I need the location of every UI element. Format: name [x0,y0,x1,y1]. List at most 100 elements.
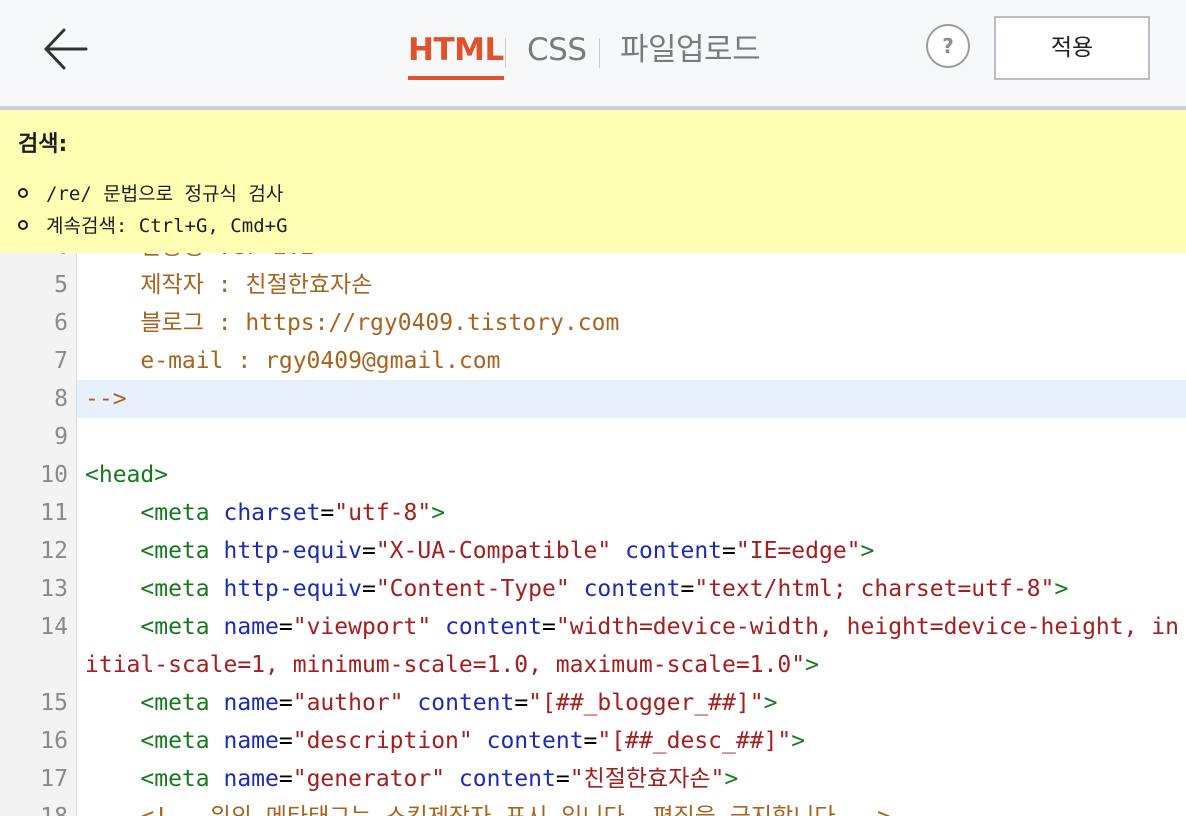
code-token: = [555,766,570,792]
code-token: 반응형 ver 2.2 [85,253,314,260]
code-line[interactable]: 13 <meta http-equiv="Content-Type" conte… [0,570,1186,608]
editor-header: HTML CSS 파일업로드 ? 적용 [0,0,1186,110]
code-token: <meta [85,766,224,792]
code-token: = [278,728,293,754]
tab-divider [599,38,600,68]
code-token: content [486,728,584,754]
code-token: <meta [85,728,224,754]
line-number: 4 [0,253,68,266]
help-button[interactable]: ? [926,24,970,68]
code-line[interactable]: 16 <meta name="description" content="[##… [0,722,1186,760]
line-number: 11 [40,500,68,526]
code-token: = [722,538,736,564]
line-number: 12 [40,538,68,564]
code-text[interactable] [77,418,1186,456]
search-help-panel: 검색: /re/ 문법으로 정규식 검사 계속검색: Ctrl+G, Cmd+G [0,110,1186,253]
code-line[interactable]: 10 <head> [0,456,1186,494]
code-line[interactable]: 11 <meta charset="utf-8"> [0,494,1186,532]
code-token: = [278,690,293,716]
search-help-item: 계속검색: Ctrl+G, Cmd+G [18,210,288,242]
code-token: = [514,690,529,716]
code-line[interactable]: 14 <meta name="viewport" content="width=… [0,608,1186,684]
code-token: "Content-Type" [375,576,570,602]
code-line[interactable]: 5 제작자 : 친절한효자손 [0,266,1186,304]
code-line[interactable]: 17 <meta name="generator" content="친절한효자… [0,760,1186,798]
code-token: > [860,538,875,564]
code-text[interactable]: 블로그 : https://rgy0409.tistory.com [77,304,1186,342]
code-text[interactable]: <meta name="description" content="[##_de… [77,722,1186,760]
code-editor[interactable]: 4 반응형 ver 2.25 제작자 : 친절한효자손6 블로그 : https… [0,253,1186,816]
code-token: <meta [85,538,224,564]
code-token: http-equiv [223,576,362,602]
code-text[interactable]: 반응형 ver 2.2 [77,253,1186,266]
code-token: 제작자 : 친절한효자손 [85,272,373,298]
line-number: 8 [54,386,68,412]
code-token: "[##_blogger_##]" [528,690,764,716]
code-text[interactable]: <!-- 위의 메타태그는 스킨제작자 표시 입니다. 편집을 금지합니다 --… [77,798,1186,816]
help-icon: ? [942,34,954,58]
code-token: = [361,538,376,564]
code-text[interactable]: <meta name="viewport" content="width=dev… [77,608,1186,684]
code-line[interactable]: 6 블로그 : https://rgy0409.tistory.com [0,304,1186,342]
code-token: "viewport" [292,614,432,640]
code-line[interactable]: 18 <!-- 위의 메타태그는 스킨제작자 표시 입니다. 편집을 금지합니다… [0,798,1186,816]
code-token: http-equiv [223,538,362,564]
code-text[interactable]: e-mail : rgy0409@gmail.com [77,342,1186,380]
code-token: > [724,766,739,792]
code-token: <meta [85,614,224,640]
code-line[interactable]: 12 <meta http-equiv="X-UA-Compatible" co… [0,532,1186,570]
code-token: <!-- 위의 메타태그는 스킨제작자 표시 입니다. 편집을 금지합니다 --… [85,804,891,816]
code-token: "X-UA-Compatible" [375,538,612,564]
code-token: "text/html; charset=utf-8" [694,576,1055,602]
apply-button[interactable]: 적용 [994,16,1150,80]
code-line[interactable]: 7 e-mail : rgy0409@gmail.com [0,342,1186,380]
code-token: = [320,500,335,526]
code-token: = [361,576,376,602]
code-token: <head> [85,462,169,488]
code-token: "친절한효자손" [569,766,725,792]
code-text[interactable]: <meta http-equiv="X-UA-Compatible" conte… [77,532,1186,570]
code-token: "[##_desc_##]" [597,728,792,754]
line-number: 6 [54,310,68,336]
code-token: > [763,690,778,716]
code-token: content [445,614,543,640]
tab-divider [505,38,506,68]
code-token: name [223,766,279,792]
code-text[interactable]: <meta name="author" content="[##_blogger… [77,684,1186,722]
line-number: 15 [40,690,68,716]
code-token: content [458,766,556,792]
code-token: = [680,576,695,602]
tab-file-upload[interactable]: 파일업로드 [620,30,761,70]
code-token: content [417,690,515,716]
code-token: --> [85,386,127,412]
tab-css[interactable]: CSS [527,30,587,70]
search-help-item: /re/ 문법으로 정규식 검사 [18,178,288,210]
code-text[interactable]: <meta http-equiv="Content-Type" content=… [77,570,1186,608]
line-number: 5 [54,272,68,298]
line-number: 14 [40,614,68,640]
code-token: name [223,690,279,716]
code-line[interactable]: 15 <meta name="author" content="[##_blog… [0,684,1186,722]
tab-html[interactable]: HTML [408,30,504,80]
code-token: "author" [292,690,404,716]
code-line[interactable]: 4 반응형 ver 2.2 [0,253,1186,266]
code-text[interactable]: <meta name="generator" content="친절한효자손"> [77,760,1186,798]
code-token: "description" [292,728,473,754]
code-token: <meta [85,500,224,526]
code-text[interactable]: <meta charset="utf-8"> [77,494,1186,532]
code-token: e-mail : rgy0409@gmail.com [85,348,501,374]
code-token: > [791,728,806,754]
line-number: 10 [40,462,68,488]
code-text[interactable]: 제작자 : 친절한효자손 [77,266,1186,304]
code-token: 블로그 : https://rgy0409.tistory.com [85,310,620,336]
code-line[interactable]: 8 --> [0,380,1186,418]
search-help-list: /re/ 문법으로 정규식 검사 계속검색: Ctrl+G, Cmd+G [18,178,288,242]
code-text[interactable]: --> [77,380,1186,418]
code-line[interactable]: 9 [0,418,1186,456]
code-text[interactable]: <head> [77,456,1186,494]
